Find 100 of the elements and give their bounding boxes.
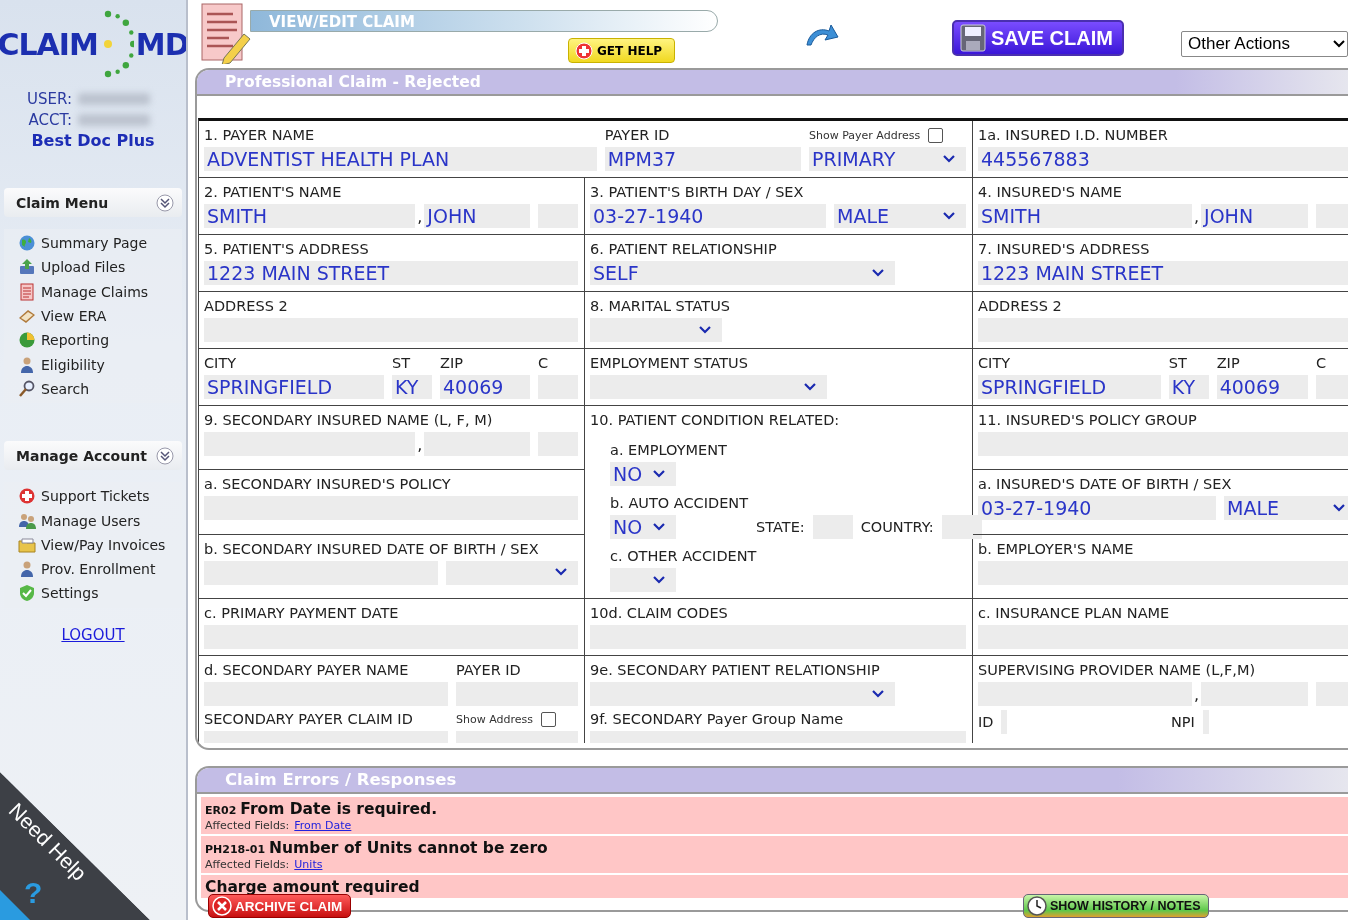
dropdown[interactable] xyxy=(590,682,895,706)
input-field[interactable]: SMITH xyxy=(978,204,1192,228)
checkbox[interactable] xyxy=(541,711,556,727)
field-label: 8. MARITAL STATUS xyxy=(590,297,730,315)
field-label: NPI xyxy=(1171,713,1195,731)
get-help-button[interactable]: GET HELP xyxy=(568,38,675,63)
form-pencil-icon xyxy=(200,2,252,64)
input-field[interactable]: JOHN xyxy=(424,204,530,228)
dropdown[interactable] xyxy=(590,375,827,399)
field-label: ID xyxy=(978,713,994,731)
dropdown[interactable]: MALE xyxy=(1224,496,1348,521)
pie-chart-icon xyxy=(18,331,36,350)
input-field[interactable]: SMITH xyxy=(204,204,416,228)
field-label: c. INSURANCE PLAN NAME xyxy=(978,604,1170,622)
sidebar-item[interactable]: Eligibility xyxy=(4,352,182,377)
dropdown[interactable]: NO xyxy=(610,462,676,486)
field-label: 11. INSURED'S POLICY GROUP xyxy=(978,411,1197,429)
actions-dropdown[interactable]: Other Actions xyxy=(1181,31,1348,57)
field-label: 7. INSURED'S ADDRESS xyxy=(978,240,1150,258)
person-icon xyxy=(18,355,36,374)
input-field[interactable]: KY xyxy=(1168,375,1209,399)
sidebar-item[interactable]: Upload Files xyxy=(4,255,182,280)
field-label: SECONDARY PAYER CLAIM ID xyxy=(204,710,413,728)
field-label: EMPLOYMENT STATUS xyxy=(590,354,748,372)
input-field[interactable]: 445567883 xyxy=(978,147,1348,171)
sidebar-item[interactable]: Summary Page xyxy=(4,231,182,256)
field-label: c. OTHER ACCIDENT xyxy=(610,547,757,565)
menu-title: Claim Menu xyxy=(16,194,109,211)
field-label: SUPERVISING PROVIDER NAME (L,F,M) xyxy=(978,661,1256,679)
logout-link[interactable]: LOGOUT xyxy=(0,625,186,644)
dropdown[interactable]: NO xyxy=(610,515,676,539)
field-label: ADDRESS 2 xyxy=(978,297,1062,315)
error-message: ER02 From Date is required. xyxy=(205,800,439,818)
sidebar-item[interactable]: View/Pay Invoices xyxy=(4,532,182,557)
comma-separator: , xyxy=(1193,684,1200,706)
field-label: ZIP xyxy=(440,354,463,372)
input-field[interactable]: 03-27-1940 xyxy=(978,496,1216,521)
field-label: PAYER ID xyxy=(456,661,521,679)
field-label: PAYER ID xyxy=(604,126,670,144)
input-field[interactable]: 40069 xyxy=(440,375,530,399)
field-label: ST xyxy=(1168,354,1187,372)
chevron-icon xyxy=(804,382,816,392)
close-circle-icon xyxy=(212,896,232,916)
field-label: a. SECONDARY INSURED'S POLICY xyxy=(204,475,451,494)
chevron-icon xyxy=(1333,503,1345,513)
input-field[interactable]: KY xyxy=(392,375,432,399)
archive-claim-button[interactable]: ARCHIVE CLAIM xyxy=(208,894,352,918)
chevron-icon xyxy=(653,522,665,532)
sidebar-item[interactable]: View ERA xyxy=(4,303,182,329)
dropdown[interactable]: PRIMARY xyxy=(809,147,966,171)
sidebar-item[interactable]: Prov. Enrollment xyxy=(4,556,182,582)
sidebar-item[interactable]: Reporting xyxy=(4,328,182,353)
field-label: 1a. INSURED I.D. NUMBER xyxy=(978,126,1168,144)
sidebar-item[interactable]: Manage Claims xyxy=(4,279,182,304)
collapse-icon[interactable] xyxy=(156,193,174,212)
sidebar-item[interactable]: Search xyxy=(4,376,182,402)
input-field[interactable]: 40069 xyxy=(1216,375,1308,399)
field-label: 10d. CLAIM CODES xyxy=(590,604,728,622)
blurred-text xyxy=(78,114,150,126)
practice-name: Best Doc Plus xyxy=(30,131,156,150)
input-field[interactable] xyxy=(941,515,982,539)
chevron-icon xyxy=(872,268,884,278)
sidebar-item[interactable]: Settings xyxy=(4,581,182,606)
field-label: C xyxy=(538,354,549,372)
dropdown[interactable]: MALE xyxy=(834,204,966,228)
field-label: b. EMPLOYER'S NAME xyxy=(978,539,1134,558)
dropdown[interactable] xyxy=(446,560,578,585)
dropdown[interactable]: SELF xyxy=(590,261,895,285)
chevron-icon xyxy=(943,211,955,221)
chevron-icon xyxy=(943,154,955,164)
field-label: ADDRESS 2 xyxy=(204,297,288,315)
checkbox-label: Show Address xyxy=(456,712,533,726)
chevron-icon xyxy=(555,568,567,578)
input-field[interactable]: 03-27-1940 xyxy=(590,204,826,228)
person-icon xyxy=(18,560,36,579)
field-label: COUNTRY: xyxy=(860,518,934,536)
sidebar-item[interactable]: Manage Users xyxy=(4,508,182,533)
dropdown[interactable] xyxy=(610,568,676,592)
field-link[interactable]: From Date xyxy=(294,819,352,832)
input-field[interactable]: ADVENTIST HEALTH PLAN xyxy=(204,147,597,171)
input-field[interactable]: JOHN xyxy=(1201,204,1308,228)
dropdown[interactable] xyxy=(590,318,722,342)
input-field[interactable]: MPM37 xyxy=(604,147,801,171)
checkbox[interactable] xyxy=(928,127,944,143)
sidebar-item[interactable]: Support Tickets xyxy=(4,484,182,509)
field-link[interactable]: Units xyxy=(294,858,323,871)
field-label: STATE: xyxy=(756,518,805,536)
document-icon xyxy=(18,282,36,301)
field-label: 5. PATIENT'S ADDRESS xyxy=(204,240,369,258)
show-history-button[interactable]: SHOW HISTORY / NOTES xyxy=(1023,894,1210,918)
cross-icon xyxy=(575,41,593,60)
collapse-icon[interactable] xyxy=(156,446,174,465)
input-field[interactable]: 1223 MAIN STREET xyxy=(204,261,578,285)
cross-icon xyxy=(18,487,36,506)
field-label: CITY xyxy=(204,354,237,372)
save-claim-button[interactable]: SAVE CLAIM xyxy=(952,20,1124,56)
input-field[interactable]: SPRINGFIELD xyxy=(204,375,384,399)
input-field[interactable]: SPRINGFIELD xyxy=(978,375,1161,399)
field-label: 1. PAYER NAME xyxy=(204,126,315,144)
input-field[interactable]: 1223 MAIN STREET xyxy=(978,261,1348,285)
